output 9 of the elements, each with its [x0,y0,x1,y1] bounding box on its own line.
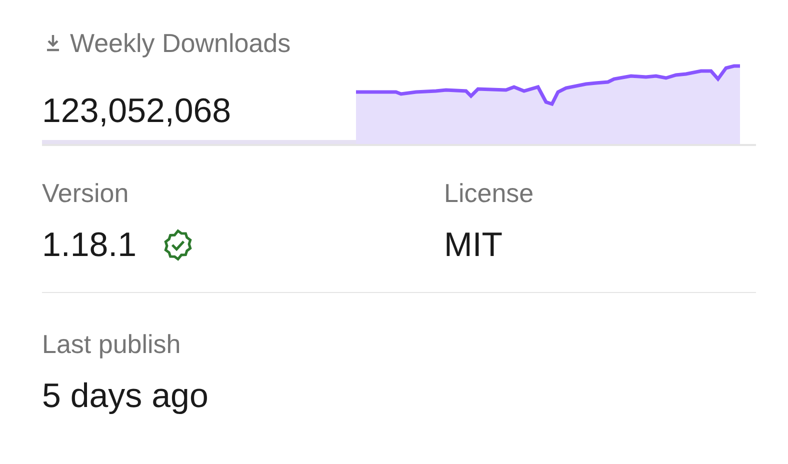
last-publish-value: 5 days ago [42,379,210,413]
download-icon [46,34,60,52]
license-value: MIT [444,228,504,262]
license-label: License [444,180,535,206]
downloads-label: Weekly Downloads [70,26,291,60]
version-value: 1.18.1 [42,228,137,262]
version-label: Version [42,180,130,206]
last-publish-label: Last publish [42,331,182,357]
downloads-count: 123,052,068 [42,94,232,128]
